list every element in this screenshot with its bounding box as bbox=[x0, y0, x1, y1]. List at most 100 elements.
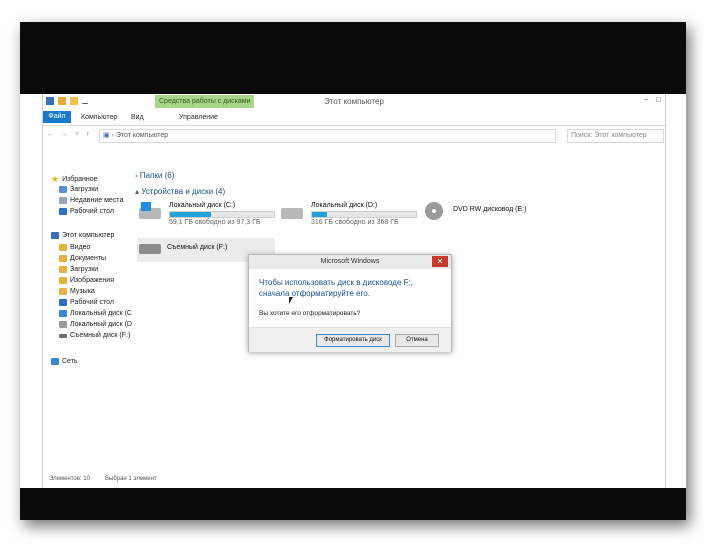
title-bar: Средства работы с дисками Этот компьютер… bbox=[43, 94, 665, 110]
ribbon-tabs: Файл Компьютер Вид Управление bbox=[43, 110, 665, 126]
drive-name: Съемный диск (F:) bbox=[167, 244, 228, 251]
drive-usage-bar bbox=[169, 211, 275, 218]
removable-drive-icon bbox=[59, 333, 67, 338]
hard-drive-icon bbox=[281, 202, 307, 220]
nav-item-label: Рабочий стол bbox=[70, 208, 114, 215]
nav-item-label: Сеть bbox=[62, 358, 78, 365]
navigation-pane: ★ Избранное Загрузки Недавние места Рабоч… bbox=[43, 148, 133, 473]
dialog-title: Microsoft Windows bbox=[249, 255, 451, 269]
dvd-drive-icon bbox=[423, 202, 449, 220]
windows-drive-icon bbox=[59, 310, 67, 317]
format-dialog: Microsoft Windows ✕ Чтобы использовать д… bbox=[248, 254, 452, 352]
selected-count: Выбран 1 элемент bbox=[105, 476, 157, 482]
nav-item-downloads[interactable]: Загрузки bbox=[59, 186, 98, 193]
history-chevron-icon[interactable]: ˅ bbox=[75, 131, 79, 138]
address-bar-row: ← → ˅ ↑ ▣ › Этот компьютер Поиск: Этот к… bbox=[43, 128, 665, 144]
nav-item-label: Музыка bbox=[70, 288, 95, 295]
hard-drive-icon bbox=[59, 321, 67, 328]
nav-item-label: Загрузки bbox=[70, 186, 99, 193]
address-path: Этот компьютер bbox=[115, 132, 169, 139]
nav-item-documents[interactable]: Документы bbox=[59, 255, 106, 262]
nav-item-music[interactable]: Музыка bbox=[59, 288, 95, 295]
nav-item-desktop-pc[interactable]: Рабочий стол bbox=[59, 299, 114, 306]
tab-manage[interactable]: Управление bbox=[179, 112, 218, 123]
tab-computer[interactable]: Компьютер bbox=[81, 112, 117, 123]
nav-item-label: Локальный диск (C bbox=[70, 310, 132, 317]
nav-network[interactable]: Сеть bbox=[51, 358, 78, 365]
nav-item-videos[interactable]: Видео bbox=[59, 244, 90, 251]
drive-name: Локальный диск (C:) bbox=[169, 202, 236, 209]
drive-name: DVD RW дисковод (E:) bbox=[453, 206, 527, 213]
drive-free-space: 316 ГБ свободно из 368 ГБ bbox=[311, 219, 399, 226]
windows-drive-icon bbox=[139, 202, 165, 220]
nav-item-downloads-pc[interactable]: Загрузки bbox=[59, 266, 98, 273]
forward-icon[interactable]: → bbox=[61, 131, 68, 138]
computer-icon bbox=[51, 232, 59, 239]
star-icon: ★ bbox=[51, 174, 60, 184]
torn-edge-bottom bbox=[20, 488, 686, 520]
nav-buttons: ← → ˅ ↑ bbox=[47, 131, 90, 138]
computer-icon: ▣ › bbox=[103, 132, 116, 139]
tab-view[interactable]: Вид bbox=[131, 112, 144, 123]
downloads-icon bbox=[59, 186, 67, 193]
music-icon bbox=[59, 288, 67, 295]
nav-item-label: Документы bbox=[70, 255, 107, 262]
nav-favorites-label: Избранное bbox=[62, 176, 98, 183]
nav-item-label: Недавние места bbox=[70, 197, 124, 204]
up-icon[interactable]: ↑ bbox=[86, 131, 90, 138]
explorer-window: Средства работы с дисками Этот компьютер… bbox=[42, 94, 666, 488]
group-header-label: Устройства и диски (4) bbox=[141, 187, 226, 196]
nav-item-pictures[interactable]: Изображения bbox=[59, 277, 114, 284]
nav-favorites[interactable]: ★ Избранное bbox=[51, 174, 98, 185]
drive-d-tile[interactable]: Локальный диск (D:) 316 ГБ свободно из 3… bbox=[281, 202, 417, 226]
video-icon bbox=[59, 244, 67, 251]
drive-free-space: 59,1 ГБ свободно из 97,3 ГБ bbox=[169, 219, 261, 226]
drive-info: Локальный диск (C:) 59,1 ГБ свободно из … bbox=[169, 202, 275, 226]
removable-drive-icon bbox=[137, 238, 163, 256]
minimize-icon[interactable]: – bbox=[644, 95, 648, 104]
nav-this-pc[interactable]: Этот компьютер bbox=[51, 232, 114, 239]
format-disk-button[interactable]: Форматировать диск bbox=[316, 334, 390, 347]
drive-usage-bar bbox=[311, 211, 417, 218]
dialog-message: Чтобы использовать диск в дисководе F:, … bbox=[259, 278, 413, 298]
status-bar: Элементов: 10 Выбран 1 элемент bbox=[43, 476, 665, 488]
nav-item-desktop[interactable]: Рабочий стол bbox=[59, 208, 114, 215]
nav-item-label: Видео bbox=[70, 244, 91, 251]
nav-item-label: Изображения bbox=[70, 277, 114, 284]
nav-item-drive-c[interactable]: Локальный диск (C bbox=[59, 310, 132, 317]
documents-icon bbox=[59, 255, 67, 262]
nav-item-drive-d[interactable]: Локальный диск (D bbox=[59, 321, 132, 328]
drive-info: Локальный диск (D:) 316 ГБ свободно из 3… bbox=[311, 202, 417, 226]
address-bar[interactable]: ▣ › Этот компьютер bbox=[99, 129, 556, 143]
drive-name: Локальный диск (D:) bbox=[311, 202, 378, 209]
items-count: Элементов: 10 bbox=[49, 476, 90, 482]
mouse-cursor-icon bbox=[289, 297, 293, 304]
drive-usage-fill bbox=[312, 212, 327, 217]
pictures-icon bbox=[59, 277, 67, 284]
dialog-footer: Форматировать диск Отмена bbox=[249, 327, 451, 352]
nav-item-recent[interactable]: Недавние места bbox=[59, 197, 123, 204]
nav-item-drive-f[interactable]: Съемный диск (F:) bbox=[59, 332, 130, 339]
nav-item-label: Локальный диск (D bbox=[70, 321, 132, 328]
tab-file[interactable]: Файл bbox=[43, 111, 71, 123]
nav-item-label: Рабочий стол bbox=[70, 299, 114, 306]
desktop-icon bbox=[59, 299, 67, 306]
window-title: Этот компьютер bbox=[324, 97, 384, 106]
torn-edge-top bbox=[20, 22, 686, 94]
search-input[interactable]: Поиск: Этот компьютер bbox=[567, 129, 664, 143]
drive-e-tile[interactable]: DVD RW дисковод (E:) bbox=[423, 202, 526, 220]
maximize-icon[interactable]: □ bbox=[656, 95, 661, 104]
drive-c-tile[interactable]: Локальный диск (C:) 59,1 ГБ свободно из … bbox=[139, 202, 275, 226]
nav-item-label: Загрузки bbox=[70, 266, 99, 273]
downloads-icon bbox=[59, 266, 67, 273]
drive-usage-fill bbox=[170, 212, 211, 217]
devices-group-header[interactable]: ▴ Устройства и диски (4) bbox=[135, 187, 225, 196]
screenshot-frame: Средства работы с дисками Этот компьютер… bbox=[20, 22, 686, 520]
nav-item-label: Съемный диск (F:) bbox=[70, 332, 131, 339]
recent-places-icon bbox=[59, 197, 67, 204]
back-icon[interactable]: ← bbox=[47, 131, 54, 138]
close-icon[interactable]: ✕ bbox=[432, 256, 448, 267]
cancel-button[interactable]: Отмена bbox=[395, 334, 439, 347]
folders-group-header[interactable]: › Папки (6) bbox=[135, 171, 174, 180]
window-controls: – □ bbox=[644, 95, 661, 104]
